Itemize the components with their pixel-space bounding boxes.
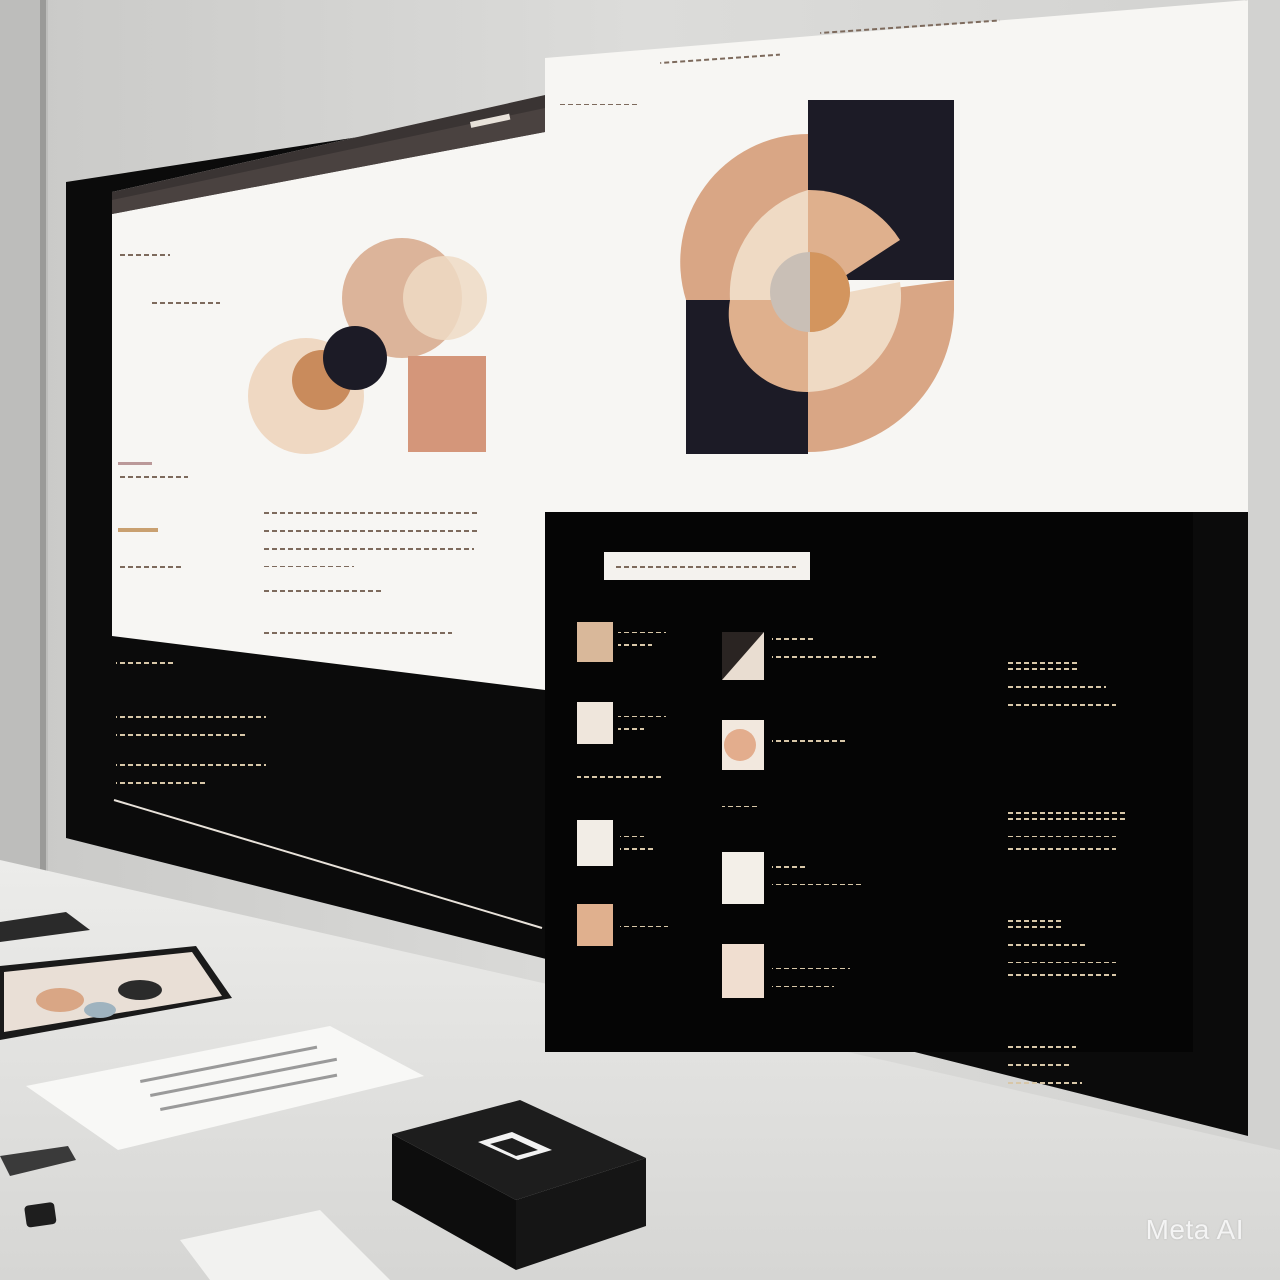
scribble-text-lines: [116, 658, 176, 664]
swatch-thumbnail: [722, 852, 764, 904]
scribble-text-lines: [118, 544, 214, 548]
desk-small-device: [24, 1202, 57, 1228]
swatch-thumbnail: [577, 702, 613, 744]
swatch-thumbnail: [577, 622, 613, 662]
swatch-thumbnail: [722, 944, 764, 998]
right-dark-panel: [545, 512, 1193, 1052]
scribble-text-lines: [616, 562, 796, 568]
watermark: Meta AI: [1145, 1214, 1244, 1245]
scribble-text-lines: [120, 252, 170, 258]
scribble-text-lines: [264, 562, 354, 567]
scribble-text-lines: [116, 716, 266, 720]
scribble-text-lines: [560, 100, 640, 105]
art-blob: [36, 988, 84, 1012]
swatch-thumbnail: [577, 820, 613, 866]
scribble-text-lines: [150, 300, 220, 305]
scribble-text-lines: [264, 546, 474, 551]
art-blob: [84, 1002, 116, 1018]
scribble-text-lines: [116, 764, 266, 768]
scribble-text-lines: [118, 528, 158, 532]
scribble-text-lines: [116, 780, 206, 784]
scribble-text-lines: [262, 590, 382, 595]
scribble-text-lines: [118, 462, 152, 465]
scribble-text-lines: [262, 630, 452, 634]
scribble-text-lines: [118, 564, 182, 568]
scribble-text-lines: [264, 530, 478, 535]
scribble-text-lines: [116, 748, 256, 752]
scribble-text-lines: [116, 732, 246, 736]
scribble-text-lines: [264, 512, 478, 517]
swatch-thumbnail: [577, 904, 613, 946]
wall-pillar-edge: [40, 0, 46, 880]
scene: [0, 0, 1280, 1280]
scribble-text-lines: [118, 476, 188, 480]
art-blob: [118, 980, 162, 1000]
scribble-text-lines: [116, 700, 236, 704]
